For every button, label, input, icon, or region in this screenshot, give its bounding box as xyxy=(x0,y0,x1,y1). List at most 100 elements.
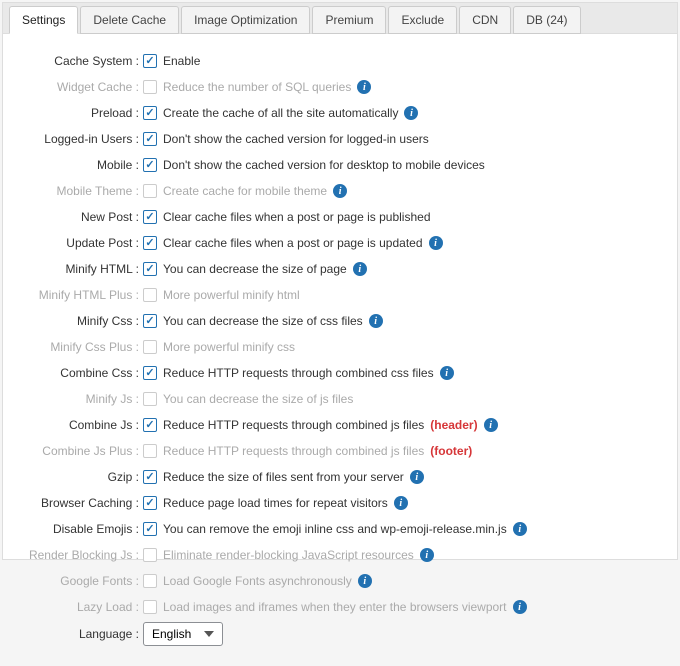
checkbox-disable_emojis[interactable] xyxy=(143,522,157,536)
checkbox-browser_cache[interactable] xyxy=(143,496,157,510)
info-icon[interactable]: i xyxy=(429,236,443,250)
label-google_fonts: Google Fonts : xyxy=(3,574,143,588)
info-icon[interactable]: i xyxy=(353,262,367,276)
info-icon[interactable]: i xyxy=(358,574,372,588)
checkbox-update_post[interactable] xyxy=(143,236,157,250)
info-icon[interactable]: i xyxy=(404,106,418,120)
info-icon[interactable]: i xyxy=(333,184,347,198)
info-icon[interactable]: i xyxy=(484,418,498,432)
label-update_post: Update Post : xyxy=(3,236,143,250)
row-google_fonts: Google Fonts :Load Google Fonts asynchro… xyxy=(3,570,655,592)
label-minify_js: Minify Js : xyxy=(3,392,143,406)
info-icon[interactable]: i xyxy=(394,496,408,510)
label-combine_js: Combine Js : xyxy=(3,418,143,432)
row-combine_js: Combine Js : Reduce HTTP requests through… xyxy=(3,414,655,436)
extra-combine_js: (header) xyxy=(430,418,477,432)
tab-cdn[interactable]: CDN xyxy=(459,6,511,34)
info-icon[interactable]: i xyxy=(369,314,383,328)
row-minify_js: Minify Js : You can decrease the size of … xyxy=(3,388,655,410)
desc-browser_cache: Reduce page load times for repeat visito… xyxy=(163,496,388,510)
label-browser_cache: Browser Caching : xyxy=(3,496,143,510)
row-disable_emojis: Disable Emojis :You can remove the emoji… xyxy=(3,518,655,540)
label-minify_css: Minify Css : xyxy=(3,314,143,328)
label-combine_js_p: Combine Js Plus : xyxy=(3,444,143,458)
checkbox-gzip[interactable] xyxy=(143,470,157,484)
label-lazy_load: Lazy Load : xyxy=(3,600,143,614)
checkbox-new_post[interactable] xyxy=(143,210,157,224)
desc-update_post: Clear cache files when a post or page is… xyxy=(163,236,423,250)
info-icon[interactable]: i xyxy=(357,80,371,94)
label-mobile: Mobile : xyxy=(3,158,143,172)
desc-mobile_theme: Create cache for mobile theme xyxy=(163,184,327,198)
control-gzip: Reduce the size of files sent from your … xyxy=(143,470,655,484)
desc-combine_js_p: Reduce HTTP requests through combined js… xyxy=(163,444,424,458)
row-preload: Preload :Create the cache of all the sit… xyxy=(3,102,655,124)
row-mobile_theme: Mobile Theme : Create cache for mobile th… xyxy=(3,180,655,202)
tab-premium[interactable]: Premium xyxy=(312,6,386,34)
control-mobile: Don't show the cached version for deskto… xyxy=(143,158,655,172)
control-disable_emojis: You can remove the emoji inline css and … xyxy=(143,522,655,536)
row-minify_html: Minify HTML :You can decrease the size o… xyxy=(3,258,655,280)
row-gzip: Gzip : Reduce the size of files sent from… xyxy=(3,466,655,488)
row-combine_js_p: Combine Js Plus : Reduce HTTP requests th… xyxy=(3,440,655,462)
checkbox-minify_html_p xyxy=(143,288,157,302)
checkbox-mobile_theme xyxy=(143,184,157,198)
checkbox-preload[interactable] xyxy=(143,106,157,120)
settings-form: Cache System :Enable Widget Cache : Reduce… xyxy=(3,34,677,666)
checkbox-cache_system[interactable] xyxy=(143,54,157,68)
control-lazy_load: Load images and iframes when they enter … xyxy=(143,600,655,614)
tab-db-24[interactable]: DB (24) xyxy=(513,6,580,34)
label-disable_emojis: Disable Emojis : xyxy=(3,522,143,536)
checkbox-render_block xyxy=(143,548,157,562)
tab-delete-cache[interactable]: Delete Cache xyxy=(80,6,179,34)
label-gzip: Gzip : xyxy=(3,470,143,484)
row-new_post: New Post :Clear cache files when a post … xyxy=(3,206,655,228)
checkbox-minify_js xyxy=(143,392,157,406)
checkbox-mobile[interactable] xyxy=(143,158,157,172)
row-lazy_load: Lazy Load : Load images and iframes when … xyxy=(3,596,655,618)
info-icon[interactable]: i xyxy=(420,548,434,562)
control-google_fonts: Load Google Fonts asynchronously i xyxy=(143,574,655,588)
tab-settings[interactable]: Settings xyxy=(9,6,78,34)
control-browser_cache: Reduce page load times for repeat visito… xyxy=(143,496,655,510)
checkbox-minify_html[interactable] xyxy=(143,262,157,276)
label-new_post: New Post : xyxy=(3,210,143,224)
info-icon[interactable]: i xyxy=(440,366,454,380)
label-minify_html: Minify HTML : xyxy=(3,262,143,276)
tabs-bar: SettingsDelete CacheImage OptimizationPr… xyxy=(3,3,677,34)
checkbox-minify_css[interactable] xyxy=(143,314,157,328)
row-language: Language :English xyxy=(3,622,655,646)
desc-minify_js: You can decrease the size of js files xyxy=(163,392,353,406)
tab-exclude[interactable]: Exclude xyxy=(388,6,457,34)
info-icon[interactable]: i xyxy=(513,600,527,614)
label-mobile_theme: Mobile Theme : xyxy=(3,184,143,198)
info-icon[interactable]: i xyxy=(513,522,527,536)
desc-minify_html: You can decrease the size of page xyxy=(163,262,347,276)
checkbox-lazy_load xyxy=(143,600,157,614)
language-select[interactable]: English xyxy=(143,622,223,646)
label-minify_css_p: Minify Css Plus : xyxy=(3,340,143,354)
checkbox-combine_js[interactable] xyxy=(143,418,157,432)
desc-google_fonts: Load Google Fonts asynchronously xyxy=(163,574,352,588)
control-minify_html: You can decrease the size of page i xyxy=(143,262,655,276)
label-render_block: Render Blocking Js : xyxy=(3,548,143,562)
row-cache_system: Cache System :Enable xyxy=(3,50,655,72)
checkbox-widget_cache xyxy=(143,80,157,94)
tab-image-optimization[interactable]: Image Optimization xyxy=(181,6,310,34)
row-minify_css_p: Minify Css Plus :More powerful minify cs… xyxy=(3,336,655,358)
row-combine_css: Combine Css :Reduce HTTP requests throug… xyxy=(3,362,655,384)
desc-gzip: Reduce the size of files sent from your … xyxy=(163,470,404,484)
desc-cache_system: Enable xyxy=(163,54,200,68)
checkbox-logged_in[interactable] xyxy=(143,132,157,146)
row-browser_cache: Browser Caching : Reduce page load times … xyxy=(3,492,655,514)
control-minify_css: You can decrease the size of css filesi xyxy=(143,314,655,328)
control-preload: Create the cache of all the site automat… xyxy=(143,106,655,120)
checkbox-combine_css[interactable] xyxy=(143,366,157,380)
row-minify_css: Minify Css :You can decrease the size of… xyxy=(3,310,655,332)
control-minify_js: You can decrease the size of js files xyxy=(143,392,655,406)
desc-widget_cache: Reduce the number of SQL queries xyxy=(163,80,351,94)
desc-combine_js: Reduce HTTP requests through combined js… xyxy=(163,418,424,432)
desc-lazy_load: Load images and iframes when they enter … xyxy=(163,600,507,614)
label-widget_cache: Widget Cache : xyxy=(3,80,143,94)
info-icon[interactable]: i xyxy=(410,470,424,484)
